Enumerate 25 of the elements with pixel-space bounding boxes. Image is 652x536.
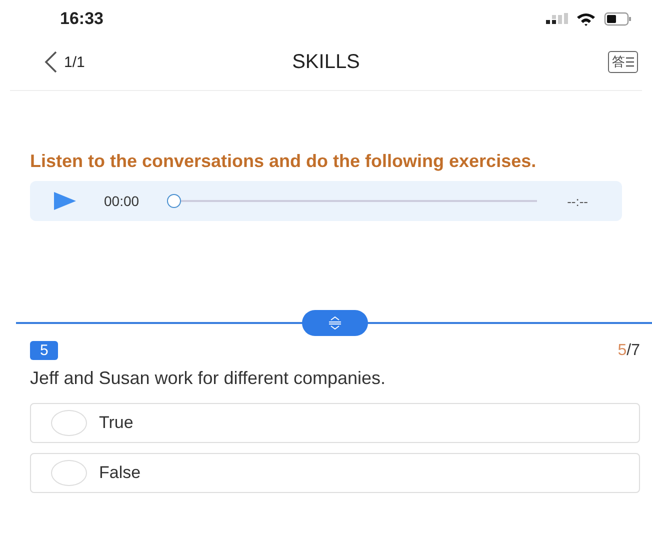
question-text: Jeff and Susan work for different companies. bbox=[30, 368, 387, 389]
progress-thumb[interactable] bbox=[167, 194, 182, 208]
battery-icon bbox=[604, 12, 632, 26]
progress-current: 5 bbox=[618, 342, 627, 358]
radio-icon bbox=[51, 410, 87, 436]
page-counter: 1/1 bbox=[64, 54, 85, 70]
back-icon bbox=[44, 51, 58, 73]
elapsed-time: 00:00 bbox=[104, 193, 140, 209]
progress-total: /7 bbox=[626, 342, 640, 358]
answer-option[interactable]: True bbox=[30, 403, 640, 443]
play-icon[interactable] bbox=[54, 192, 76, 210]
radio-icon bbox=[51, 460, 87, 486]
wifi-icon bbox=[576, 12, 596, 26]
signal-icon bbox=[546, 13, 568, 25]
status-time: 16:33 bbox=[60, 9, 104, 29]
duration-time: --:-- bbox=[567, 194, 588, 208]
back-button[interactable]: 1/1 bbox=[44, 51, 85, 73]
expand-icon bbox=[328, 316, 342, 330]
instruction-text: Listen to the conversations and do the following exercises. bbox=[30, 150, 538, 173]
page-title: SKILLS bbox=[292, 50, 360, 74]
answer-option[interactable]: False bbox=[30, 453, 640, 493]
splitter-handle[interactable] bbox=[302, 310, 368, 336]
question-number: 5 bbox=[30, 341, 58, 360]
list-icon bbox=[626, 57, 634, 67]
answer-sheet-button[interactable]: 答 bbox=[608, 51, 638, 73]
